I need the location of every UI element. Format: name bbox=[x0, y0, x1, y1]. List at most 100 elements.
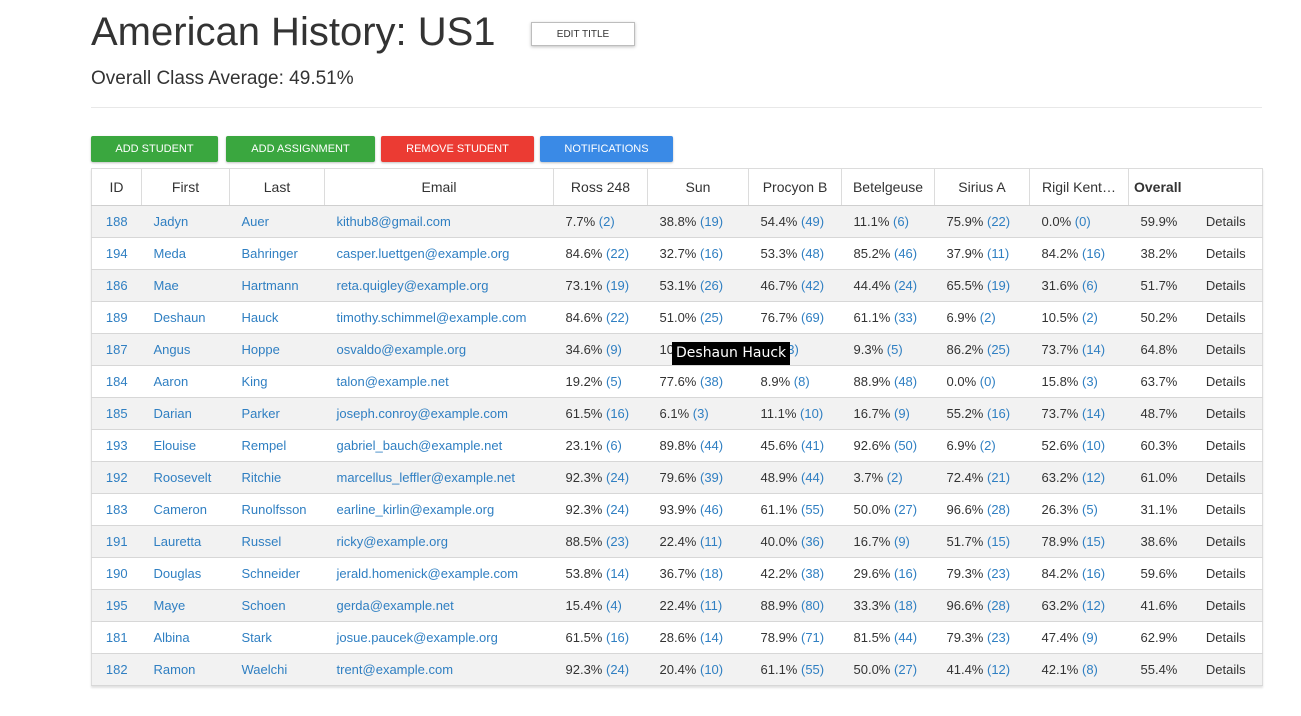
student-id-link[interactable]: 190 bbox=[91, 557, 142, 590]
column-header-id[interactable]: ID bbox=[91, 168, 142, 206]
grade-points-link[interactable]: (25) bbox=[700, 310, 723, 325]
email-link[interactable]: casper.luettgen@example.org bbox=[324, 237, 554, 270]
edit-title-button[interactable]: EDIT TITLE bbox=[531, 22, 635, 46]
grade-points-link[interactable]: (19) bbox=[606, 278, 629, 293]
table-row[interactable]: 194 Meda Bahringer casper.luettgen@example.… bbox=[91, 237, 1263, 270]
add-student-button[interactable]: ADD STUDENT bbox=[91, 136, 218, 162]
last-name-link-text[interactable]: Rempel bbox=[242, 438, 287, 453]
grade-points-link[interactable]: (22) bbox=[606, 246, 629, 261]
grade-points-link[interactable]: (16) bbox=[1082, 566, 1105, 581]
first-name-link-text[interactable]: Jadyn bbox=[154, 214, 189, 229]
grade-points-link[interactable]: (10) bbox=[1082, 438, 1105, 453]
grade-points-link[interactable]: (50) bbox=[894, 438, 917, 453]
first-name-link-text[interactable]: Cameron bbox=[154, 502, 207, 517]
first-name-link[interactable]: Douglas bbox=[141, 557, 230, 590]
column-header-overall[interactable]: Overall bbox=[1128, 168, 1194, 206]
grade-points-link[interactable]: (14) bbox=[1082, 406, 1105, 421]
first-name-link-text[interactable]: Maye bbox=[154, 598, 186, 613]
details-link-text[interactable]: Details bbox=[1206, 246, 1246, 261]
grade-cell[interactable]: 79.3% (23) bbox=[934, 621, 1030, 654]
grade-points-link[interactable]: (27) bbox=[894, 502, 917, 517]
grade-cell[interactable]: 79.3% (23) bbox=[934, 557, 1030, 590]
student-id-link-text[interactable]: 194 bbox=[106, 246, 128, 261]
grade-points-link[interactable]: (4) bbox=[606, 598, 622, 613]
email-link-text[interactable]: gerda@example.net bbox=[337, 598, 454, 613]
student-id-link[interactable]: 192 bbox=[91, 461, 142, 494]
grade-cell[interactable]: 61.5% (16) bbox=[553, 621, 648, 654]
column-header-assignment[interactable]: Sun bbox=[647, 168, 749, 206]
grade-points-link[interactable]: (14) bbox=[606, 566, 629, 581]
grade-points-link[interactable]: (22) bbox=[606, 310, 629, 325]
grade-points-link[interactable]: (16) bbox=[987, 406, 1010, 421]
first-name-link-text[interactable]: Deshaun bbox=[154, 310, 206, 325]
column-header-assignment[interactable]: Betelgeuse bbox=[841, 168, 935, 206]
email-link-text[interactable]: jerald.homenick@example.com bbox=[337, 566, 519, 581]
grade-cell[interactable]: 9.3% (5) bbox=[841, 333, 935, 366]
grade-points-link[interactable]: (44) bbox=[894, 630, 917, 645]
grade-points-link[interactable]: (49) bbox=[801, 214, 824, 229]
grade-points-link[interactable]: (26) bbox=[700, 278, 723, 293]
grade-points-link[interactable]: (11) bbox=[700, 598, 722, 613]
grade-cell[interactable]: 88.9% (80) bbox=[748, 589, 842, 622]
student-id-link[interactable]: 185 bbox=[91, 397, 142, 430]
email-link-text[interactable]: reta.quigley@example.org bbox=[337, 278, 489, 293]
grade-points-link[interactable]: (55) bbox=[801, 662, 824, 677]
grade-cell[interactable]: 52.6% (10) bbox=[1029, 429, 1129, 462]
student-id-link-text[interactable]: 187 bbox=[106, 342, 128, 357]
last-name-link[interactable]: Runolfsson bbox=[229, 493, 325, 526]
grade-cell[interactable]: 86.2% (25) bbox=[934, 333, 1030, 366]
grade-cell[interactable]: 61.5% (16) bbox=[553, 397, 648, 430]
grade-cell[interactable]: 33.3% (18) bbox=[841, 589, 935, 622]
grade-cell[interactable]: 29.6% (16) bbox=[841, 557, 935, 590]
last-name-link[interactable]: Ritchie bbox=[229, 461, 325, 494]
grade-points-link[interactable]: (5) bbox=[1082, 502, 1098, 517]
grade-points-link[interactable]: (39) bbox=[700, 470, 723, 485]
student-id-link-text[interactable]: 186 bbox=[106, 278, 128, 293]
grade-points-link[interactable]: (28) bbox=[987, 502, 1010, 517]
grade-points-link[interactable]: (14) bbox=[700, 630, 723, 645]
last-name-link[interactable]: Bahringer bbox=[229, 237, 325, 270]
grade-points-link[interactable]: (10) bbox=[800, 406, 823, 421]
last-name-link[interactable]: Schoen bbox=[229, 589, 325, 622]
grade-points-link[interactable]: (48) bbox=[894, 374, 917, 389]
details-link-text[interactable]: Details bbox=[1206, 406, 1246, 421]
first-name-link[interactable]: Jadyn bbox=[141, 205, 230, 238]
table-row[interactable]: 190 Douglas Schneider jerald.homenick@examp… bbox=[91, 557, 1263, 590]
details-link-text[interactable]: Details bbox=[1206, 214, 1246, 229]
student-id-link-text[interactable]: 185 bbox=[106, 406, 128, 421]
grade-points-link[interactable]: (11) bbox=[700, 534, 722, 549]
grade-cell[interactable]: 96.6% (28) bbox=[934, 493, 1030, 526]
grade-points-link[interactable]: (8) bbox=[1082, 662, 1098, 677]
email-link[interactable]: kithub8@gmail.com bbox=[324, 205, 554, 238]
first-name-link-text[interactable]: Ramon bbox=[154, 662, 196, 677]
last-name-link-text[interactable]: Russel bbox=[242, 534, 282, 549]
grade-points-link[interactable]: (8) bbox=[794, 374, 810, 389]
grade-cell[interactable]: 22.4% (11) bbox=[647, 525, 749, 558]
last-name-link[interactable]: Hoppe bbox=[229, 333, 325, 366]
column-header-first[interactable]: First bbox=[141, 168, 230, 206]
grade-points-link[interactable]: (24) bbox=[606, 662, 629, 677]
grade-cell[interactable]: 65.5% (19) bbox=[934, 269, 1030, 302]
grade-cell[interactable]: 37.9% (11) bbox=[934, 237, 1030, 270]
grade-cell[interactable]: 88.9% (48) bbox=[841, 365, 935, 398]
remove-student-button[interactable]: REMOVE STUDENT bbox=[381, 136, 534, 162]
grade-points-link[interactable]: (0) bbox=[980, 374, 996, 389]
grade-cell[interactable]: 6.1% (3) bbox=[647, 397, 749, 430]
grade-cell[interactable]: 84.6% (22) bbox=[553, 237, 648, 270]
email-link-text[interactable]: kithub8@gmail.com bbox=[337, 214, 451, 229]
grade-cell[interactable]: 61.1% (55) bbox=[748, 653, 842, 686]
email-link-text[interactable]: earline_kirlin@example.org bbox=[337, 502, 495, 517]
student-id-link[interactable]: 191 bbox=[91, 525, 142, 558]
details-link[interactable]: Details bbox=[1193, 621, 1263, 654]
grade-cell[interactable]: 78.9% (15) bbox=[1029, 525, 1129, 558]
grade-cell[interactable]: 6.9% (2) bbox=[934, 301, 1030, 334]
grade-points-link[interactable]: (2) bbox=[599, 214, 615, 229]
grade-points-link[interactable]: (9) bbox=[1082, 630, 1098, 645]
grade-points-link[interactable]: (11) bbox=[987, 246, 1009, 261]
grade-points-link[interactable]: (27) bbox=[894, 662, 917, 677]
grade-points-link[interactable]: (16) bbox=[606, 630, 629, 645]
student-id-link-text[interactable]: 193 bbox=[106, 438, 128, 453]
details-link[interactable]: Details bbox=[1193, 301, 1263, 334]
details-link-text[interactable]: Details bbox=[1206, 438, 1246, 453]
last-name-link-text[interactable]: Schneider bbox=[242, 566, 301, 581]
